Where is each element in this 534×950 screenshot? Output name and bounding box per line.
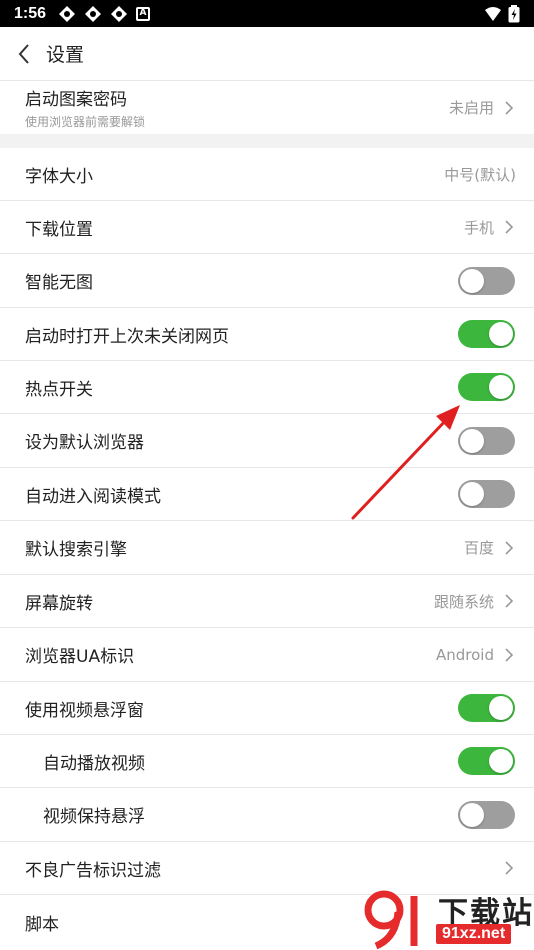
sync-icon <box>111 5 128 22</box>
setting-label: 使用视频悬浮窗 <box>25 700 144 721</box>
a-badge-icon: A <box>136 6 151 21</box>
setting-value: 跟随系统 <box>433 592 494 611</box>
setting-label: 启动时打开上次未关闭网页 <box>25 326 229 347</box>
chevron-right-icon <box>498 858 520 878</box>
setting-smart-no-image: 智能无图 <box>0 254 534 308</box>
setting-autoplay-video: 自动播放视频 <box>0 735 534 788</box>
status-bar: 1:56 A <box>0 0 534 27</box>
restore-tabs-toggle[interactable] <box>458 320 515 348</box>
chevron-right-icon <box>498 98 520 118</box>
setting-pattern-password[interactable]: 启动图案密码 使用浏览器前需要解锁 未启用 <box>0 81 534 134</box>
setting-label: 屏幕旋转 <box>25 593 93 614</box>
toggle-knob <box>460 802 484 827</box>
setting-value: Android <box>436 645 494 664</box>
reading-mode-toggle[interactable] <box>458 480 515 508</box>
sync-icon <box>59 5 76 22</box>
toggle-knob <box>489 375 513 399</box>
setting-label: 浏览器UA标识 <box>25 647 135 667</box>
watermark-logo-icon <box>364 890 418 950</box>
setting-label: 智能无图 <box>25 273 93 293</box>
chevron-right-icon <box>498 217 520 237</box>
setting-label: 启动图案密码 <box>25 90 127 110</box>
setting-keep-floating: 视频保持悬浮 <box>0 788 534 842</box>
toggle-knob <box>460 428 484 453</box>
setting-user-agent[interactable]: 浏览器UA标识 Android <box>0 628 534 682</box>
wifi-icon <box>485 6 501 21</box>
toggle-knob <box>489 749 513 773</box>
setting-label: 自动播放视频 <box>43 753 145 774</box>
setting-default-browser: 设为默认浏览器 <box>0 414 534 468</box>
setting-video-float: 使用视频悬浮窗 <box>0 682 534 735</box>
setting-screen-rotation[interactable]: 屏幕旋转 跟随系统 <box>0 575 534 628</box>
default-browser-toggle[interactable] <box>458 426 515 455</box>
smart-no-image-toggle[interactable] <box>458 266 515 295</box>
setting-sublabel: 使用浏览器前需要解锁 <box>25 115 146 129</box>
chevron-right-icon <box>498 591 520 611</box>
chevron-left-icon <box>18 43 29 64</box>
keep-floating-toggle[interactable] <box>458 800 515 829</box>
toggle-knob <box>460 482 484 506</box>
setting-label: 下载位置 <box>25 219 93 240</box>
app-header: 设置 <box>0 27 534 81</box>
autoplay-video-toggle[interactable] <box>458 747 515 775</box>
setting-label: 默认搜索引擎 <box>25 540 127 560</box>
setting-label: 设为默认浏览器 <box>25 433 144 453</box>
setting-value: 百度 <box>463 539 494 557</box>
notification-icons: A <box>58 5 151 23</box>
video-float-toggle[interactable] <box>458 694 515 722</box>
chevron-right-icon <box>498 538 520 558</box>
setting-label: 字体大小 <box>25 166 93 187</box>
back-button[interactable] <box>4 27 44 81</box>
chevron-right-icon <box>498 645 520 665</box>
setting-value: 未启用 <box>448 99 494 117</box>
setting-value: 手机 <box>463 218 494 237</box>
section-divider <box>0 134 534 148</box>
setting-label: 热点开关 <box>25 379 93 400</box>
page-title: 设置 <box>46 44 85 66</box>
toggle-knob <box>460 268 484 293</box>
toggle-knob <box>489 696 513 720</box>
battery-icon <box>508 4 520 22</box>
setting-search-engine[interactable]: 默认搜索引擎 百度 <box>0 521 534 575</box>
setting-download-location[interactable]: 下载位置 手机 <box>0 201 534 254</box>
setting-font-size[interactable]: 字体大小 中号(默认) <box>0 148 534 201</box>
setting-label: 不良广告标识过滤 <box>25 860 161 881</box>
setting-restore-tabs: 启动时打开上次未关闭网页 <box>0 308 534 361</box>
setting-value: 中号(默认) <box>444 165 516 184</box>
setting-hotspot: 热点开关 <box>0 361 534 414</box>
watermark: 下载站 91xz.net <box>360 888 534 950</box>
hotspot-toggle[interactable] <box>458 373 515 401</box>
sync-icon <box>85 5 102 22</box>
setting-label: 视频保持悬浮 <box>43 807 145 827</box>
watermark-domain: 91xz.net <box>436 924 512 944</box>
setting-label: 自动进入阅读模式 <box>25 486 161 507</box>
status-time: 1:56 <box>14 4 47 22</box>
toggle-knob <box>489 322 513 346</box>
setting-reading-mode: 自动进入阅读模式 <box>0 468 534 521</box>
